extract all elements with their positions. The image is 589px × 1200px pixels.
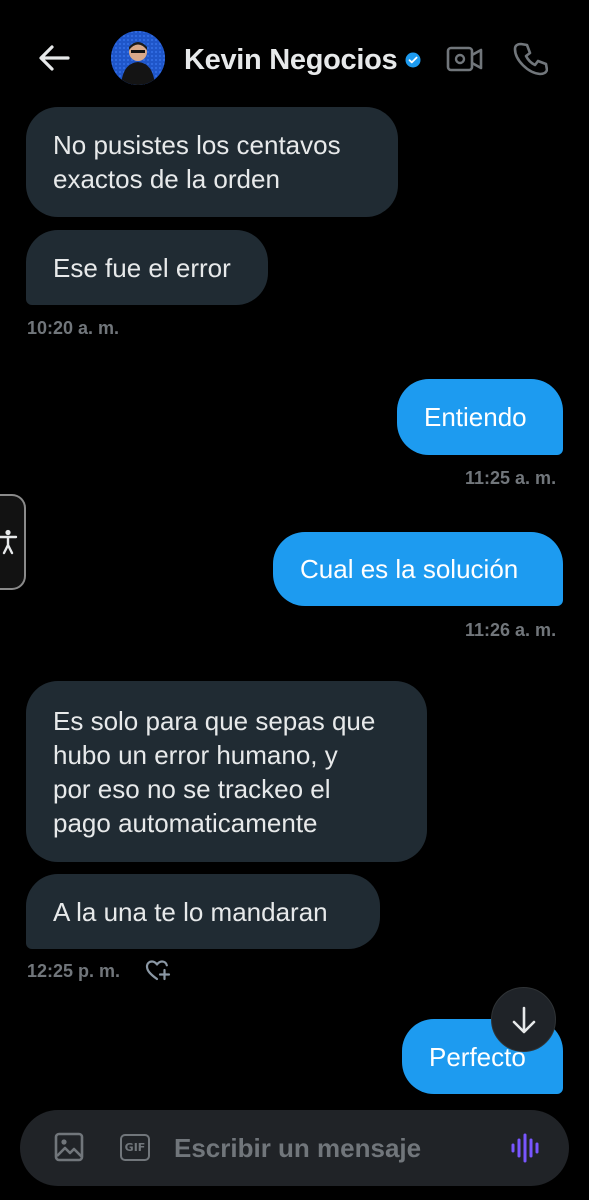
- gif-label: GIF: [124, 1141, 146, 1154]
- image-icon[interactable]: [54, 1132, 84, 1162]
- message-input-placeholder: Escribir un mensaje: [174, 1132, 422, 1163]
- verified-badge-icon: [405, 52, 421, 68]
- arrow-left-icon: [39, 45, 70, 71]
- accessibility-icon: [0, 529, 18, 555]
- message-line: pago automaticamente: [53, 807, 318, 838]
- message-line: hubo un error humano, y: [53, 739, 338, 770]
- message-line: exactos de la orden: [53, 164, 280, 194]
- avatar[interactable]: [111, 31, 165, 85]
- message-line: Es solo para que sepas que: [53, 705, 376, 736]
- message-bubble-outgoing[interactable]: Cual es la solución: [273, 532, 563, 606]
- message-timestamp: 10:20 a. m.: [27, 318, 120, 338]
- message-timestamp: 11:26 a. m.: [465, 620, 557, 640]
- message-bubble-incoming[interactable]: No pusistes los centavos exactos de la o…: [26, 107, 398, 217]
- message-timestamp: 11:25 a. m.: [465, 468, 557, 488]
- message-line: Ese fue el error: [53, 252, 231, 283]
- message-bubble-incoming[interactable]: Es solo para que sepas que hubo un error…: [26, 681, 427, 862]
- message-input[interactable]: Escribir un mensaje: [174, 1110, 421, 1186]
- arrow-down-icon: [512, 1006, 535, 1033]
- message-line: No pusistes los centavos: [53, 130, 341, 160]
- message-line: por eso no se trackeo el: [53, 773, 331, 804]
- avatar-image: [111, 31, 165, 85]
- voice-waveform-icon[interactable]: [510, 1132, 542, 1164]
- message-bubble-incoming[interactable]: A la una te lo mandaran: [26, 874, 380, 949]
- message-bubble-incoming[interactable]: Ese fue el error: [26, 230, 268, 305]
- message-line: Entiendo: [424, 402, 527, 432]
- accessibility-tab[interactable]: [0, 494, 26, 590]
- add-reaction-heart-icon[interactable]: [145, 958, 171, 982]
- message-line: A la una te lo mandaran: [53, 896, 328, 927]
- video-camera-icon[interactable]: [446, 42, 484, 76]
- contact-title[interactable]: Kevin Negocios: [184, 40, 421, 80]
- scroll-to-bottom-button[interactable]: [491, 987, 556, 1052]
- gif-button[interactable]: GIF: [120, 1134, 150, 1161]
- contact-name: Kevin Negocios: [184, 43, 398, 76]
- back-button[interactable]: [34, 38, 74, 78]
- message-timestamp: 12:25 p. m.: [27, 961, 121, 981]
- message-composer: GIF Escribir un mensaje: [20, 1110, 569, 1186]
- message-line: Cual es la solución: [300, 554, 519, 584]
- message-bubble-outgoing[interactable]: Entiendo: [397, 379, 563, 455]
- phone-icon[interactable]: [512, 40, 548, 76]
- conversation-header: Kevin Negocios: [0, 0, 589, 110]
